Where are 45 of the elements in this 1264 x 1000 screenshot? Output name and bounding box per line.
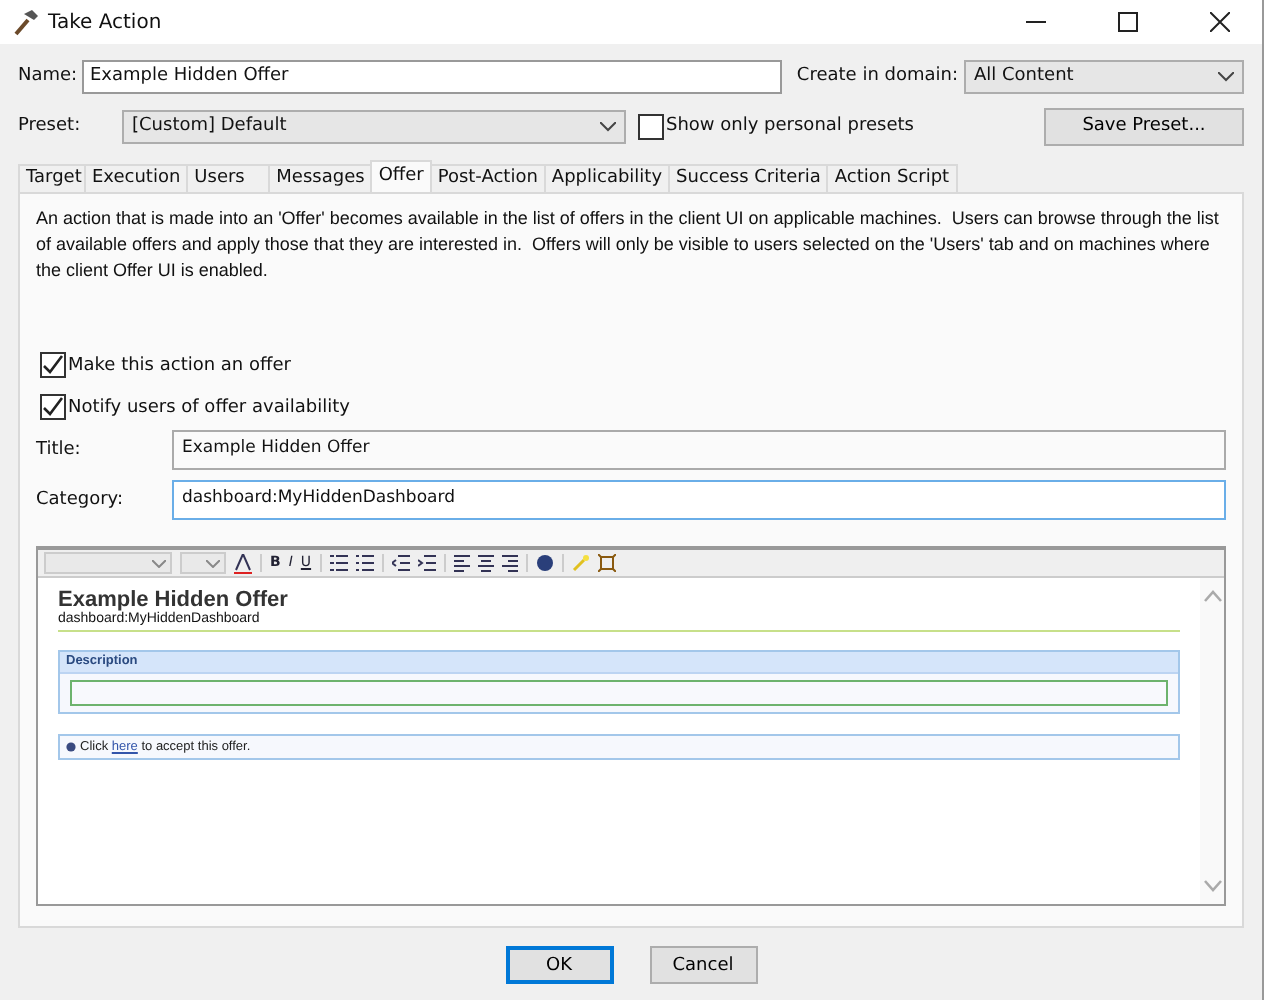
offer-title: Example Hidden Offer [58, 590, 290, 612]
align-left-icon[interactable] [453, 554, 470, 572]
indent-icon[interactable] [417, 554, 436, 572]
chevron-down-icon [152, 559, 166, 567]
description-text: An action that is made into an 'Offer' becomes available in the list of offers in the client UI on applicable machines. Users can browse through the list of available offers and apply those that they are interested in. Offers will only be visible to users selected on the 'Users' tab and on machines where the client Offer UI is enabled. [36, 206, 1221, 284]
field-label: Title: [36, 440, 83, 460]
name-field[interactable]: Example Hidden Offer [82, 59, 782, 93]
window-title: Take Action [48, 11, 162, 33]
checkbox-label: Make this action an offer [68, 355, 291, 375]
description-field[interactable] [70, 680, 1168, 706]
checkbox-label: Notify users of offer availability [68, 397, 350, 417]
chevron-down-icon [206, 559, 220, 567]
maximize-icon[interactable] [1118, 12, 1138, 32]
bullet-list-icon[interactable] [355, 554, 374, 572]
save-preset-button[interactable]: Save Preset... [1044, 107, 1244, 145]
tab[interactable]: Target [18, 164, 86, 192]
ok-button[interactable]: OK [505, 946, 613, 984]
chevron-down-icon [600, 121, 616, 131]
checkbox[interactable] [40, 352, 66, 378]
checkbox-label: Show only personal presets [666, 116, 914, 136]
text-field[interactable]: dashboard:MyHiddenDashboard [172, 480, 1226, 520]
checkbox[interactable] [40, 394, 66, 420]
bullet-icon [66, 742, 76, 752]
resize-icon[interactable] [597, 554, 616, 572]
name-label: Name: [18, 66, 80, 86]
tab[interactable]: Messages [268, 164, 373, 192]
tab[interactable]: Applicability [543, 164, 671, 192]
align-center-icon[interactable] [477, 554, 494, 572]
checkbox[interactable] [638, 113, 664, 139]
align-right-icon[interactable] [501, 554, 518, 572]
tab[interactable]: Action Script [826, 164, 958, 192]
domain-dropdown[interactable]: All Content [964, 59, 1244, 93]
outdent-icon[interactable] [391, 554, 410, 572]
hammer-icon [12, 8, 40, 36]
close-icon[interactable] [1210, 12, 1230, 32]
preset-label: Preset: [18, 116, 83, 136]
domain-label: Create in domain: [796, 66, 958, 86]
cancel-button[interactable]: Cancel [649, 946, 757, 984]
text-field[interactable]: Example Hidden Offer [172, 430, 1226, 470]
preset-dropdown[interactable]: [Custom] Default [122, 109, 626, 143]
chevron-down-icon [1218, 71, 1234, 81]
field-label: Category: [36, 490, 125, 510]
numbered-list-icon[interactable] [329, 554, 348, 572]
tab[interactable]: Offer [370, 160, 432, 192]
font-color-icon[interactable] [234, 553, 252, 573]
